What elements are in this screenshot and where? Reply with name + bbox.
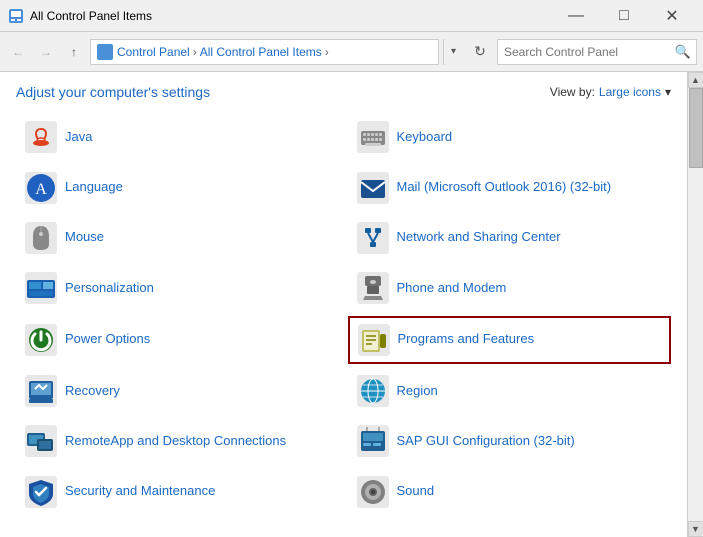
cp-item-power[interactable]: Power Options [16,316,340,364]
region-label: Region [397,383,438,400]
page-title: Adjust your computer's settings [16,84,210,100]
path-control-panel[interactable]: Control Panel [117,45,190,59]
cp-item-keyboard[interactable]: Keyboard [348,114,672,160]
java-icon [25,121,57,153]
items-grid: Java Keyboard A Language Mail (Microsoft Out… [16,114,671,515]
personalization-label: Personalization [65,280,154,297]
search-button[interactable]: 🔍 [670,39,696,65]
personalization-icon [25,272,57,304]
search-input[interactable] [498,45,670,59]
scroll-thumb[interactable] [689,88,703,168]
phone-label: Phone and Modem [397,280,507,297]
content-header: Adjust your computer's settings View by:… [16,84,671,100]
title-bar: All Control Panel Items — □ ✕ [0,0,703,32]
address-bar: ← → ↑ Control Panel › All Control Panel … [0,32,703,72]
phone-icon [357,272,389,304]
sound-label: Sound [397,483,435,500]
cp-item-region[interactable]: Region [348,368,672,414]
svg-text:A: A [35,181,47,198]
search-box: 🔍 [497,39,697,65]
cp-item-sound[interactable]: Sound [348,469,672,515]
security-icon [25,476,57,508]
view-by-label: View by: [550,85,595,99]
language-label: Language [65,179,123,196]
cp-item-mouse[interactable]: Mouse [16,215,340,261]
view-by-selector: View by: Large icons ▾ [550,85,671,99]
region-icon [357,375,389,407]
path-icon [97,44,113,60]
app-icon [8,8,24,24]
chevron-down-icon: ▾ [665,85,671,99]
back-button[interactable]: ← [6,40,30,64]
cp-item-sapgui[interactable]: SAP GUI Configuration (32-bit) [348,418,672,464]
security-label: Security and Maintenance [65,483,215,500]
scroll-down-button[interactable]: ▼ [688,521,703,537]
cp-item-mail[interactable]: Mail (Microsoft Outlook 2016) (32-bit) [348,164,672,210]
content-panel: Adjust your computer's settings View by:… [0,72,687,537]
refresh-button[interactable]: ↻ [467,39,493,65]
cp-item-remoteapp[interactable]: RemoteApp and Desktop Connections [16,418,340,464]
address-path: Control Panel › All Control Panel Items … [90,39,439,65]
cp-item-java[interactable]: Java [16,114,340,160]
maximize-button[interactable]: □ [601,0,647,32]
keyboard-icon [357,121,389,153]
programs-icon [358,324,390,356]
network-icon [357,222,389,254]
cp-item-recovery[interactable]: Recovery [16,368,340,414]
scroll-track[interactable] [688,88,703,521]
close-button[interactable]: ✕ [649,0,695,32]
remoteapp-label: RemoteApp and Desktop Connections [65,433,286,450]
java-label: Java [65,129,92,146]
up-button[interactable]: ↑ [62,40,86,64]
cp-item-network[interactable]: Network and Sharing Center [348,215,672,261]
power-icon [25,324,57,356]
power-label: Power Options [65,331,150,348]
sound-icon [357,476,389,508]
minimize-button[interactable]: — [553,0,599,32]
cp-item-phone[interactable]: Phone and Modem [348,265,672,311]
sapgui-label: SAP GUI Configuration (32-bit) [397,433,575,450]
language-icon: A [25,172,57,204]
view-by-value[interactable]: Large icons [599,85,661,99]
window-title: All Control Panel Items [30,9,553,23]
sapgui-icon [357,425,389,457]
cp-item-language[interactable]: A Language [16,164,340,210]
keyboard-label: Keyboard [397,129,453,146]
recovery-icon [25,375,57,407]
cp-item-personalization[interactable]: Personalization [16,265,340,311]
mail-icon [357,172,389,204]
mouse-label: Mouse [65,229,104,246]
mouse-icon [25,222,57,254]
recovery-label: Recovery [65,383,120,400]
mail-label: Mail (Microsoft Outlook 2016) (32-bit) [397,179,612,196]
path-all-items[interactable]: All Control Panel Items [200,45,322,59]
forward-button[interactable]: → [34,40,58,64]
cp-item-security[interactable]: Security and Maintenance [16,469,340,515]
programs-label: Programs and Features [398,331,535,348]
path-dropdown-button[interactable]: ▾ [443,39,463,65]
scrollbar: ▲ ▼ [687,72,703,537]
main-area: Adjust your computer's settings View by:… [0,72,703,537]
remoteapp-icon [25,425,57,457]
scroll-up-button[interactable]: ▲ [688,72,703,88]
window-controls: — □ ✕ [553,0,695,32]
cp-item-programs[interactable]: Programs and Features [348,316,672,364]
network-label: Network and Sharing Center [397,229,561,246]
